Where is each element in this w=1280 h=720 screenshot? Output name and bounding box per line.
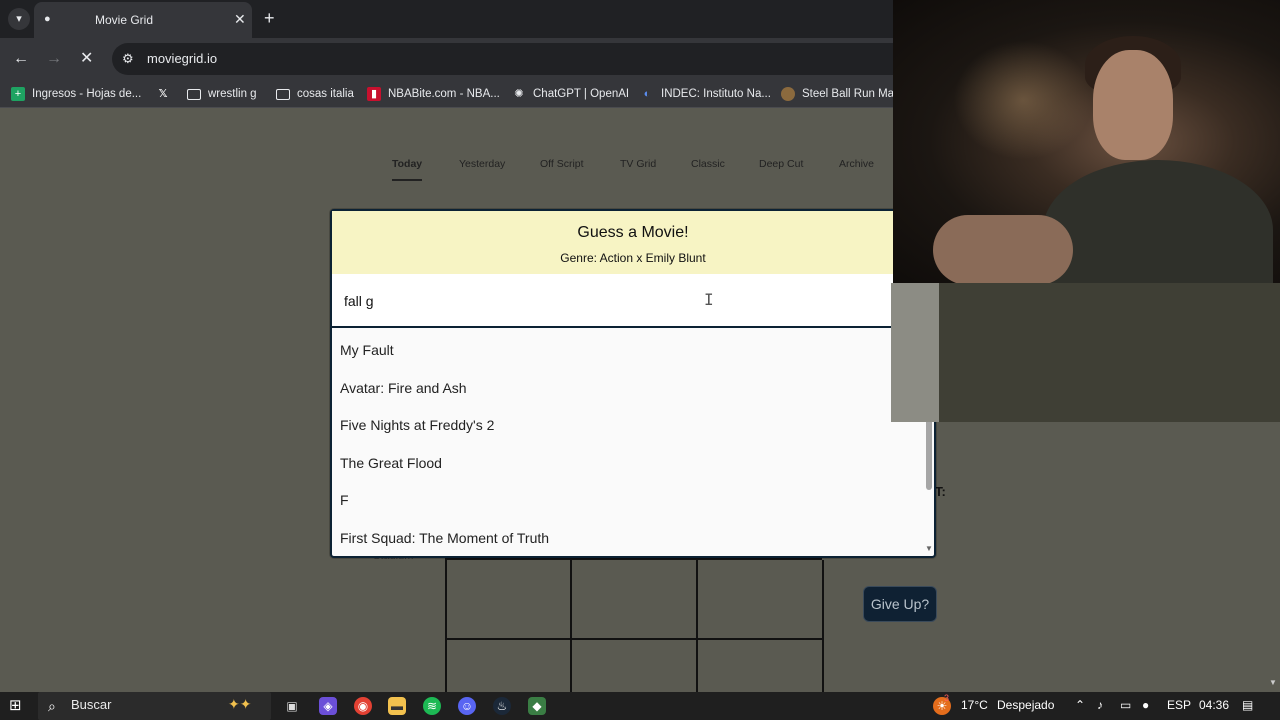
discord-icon[interactable]: ☺ xyxy=(458,697,476,715)
grid-cell[interactable] xyxy=(572,560,698,640)
manga-site-icon xyxy=(781,87,795,101)
bookmark-steel-ball-run[interactable]: Steel Ball Run Man xyxy=(781,86,900,102)
stop-loading-icon[interactable]: ✕ xyxy=(80,49,93,69)
tab-search-chevron-icon[interactable]: ▾ xyxy=(8,8,30,30)
forward-arrow-icon[interactable]: → xyxy=(46,49,62,69)
temperature-text[interactable]: 17°C xyxy=(961,698,988,712)
spotify-icon[interactable]: ≋ xyxy=(423,697,441,715)
guesses-label: T: xyxy=(935,484,946,499)
grid-cell[interactable] xyxy=(447,640,572,692)
tab-title: Movie Grid xyxy=(95,13,154,27)
grid-cell[interactable] xyxy=(447,560,572,640)
bookmark-folder-wrestling[interactable]: wrestlin g xyxy=(187,86,257,102)
bookmark-label: Steel Ball Run Man xyxy=(802,88,901,100)
nba-logo-icon: ▮ xyxy=(367,87,381,101)
result-item[interactable]: First Squad: The Moment of Truth xyxy=(340,530,549,546)
copilot-icon[interactable]: ◈ xyxy=(319,697,337,715)
bookmark-chatgpt[interactable]: ✺ ChatGPT | OpenAI xyxy=(512,86,629,102)
text-cursor-icon: I xyxy=(704,290,714,309)
tab-off-script[interactable]: Off Script xyxy=(540,158,584,170)
tab-tv-grid[interactable]: TV Grid xyxy=(620,158,656,170)
active-tab-indicator xyxy=(392,179,422,181)
result-item[interactable]: F xyxy=(340,492,349,508)
site-settings-icon[interactable]: ⚙ xyxy=(122,51,134,67)
result-item[interactable]: Avatar: Fire and Ash xyxy=(340,380,467,396)
bookmark-label: cosas italia xyxy=(297,88,354,100)
openai-logo-icon: ✺ xyxy=(514,88,524,100)
taskbar-search-box[interactable]: ⌕ Buscar ✦✦ xyxy=(38,692,271,720)
new-tab-plus-icon[interactable]: + xyxy=(264,8,275,28)
modal-title: Guess a Movie! xyxy=(577,224,689,241)
copilot-sparkle-icon: ✦✦ xyxy=(228,696,252,712)
microphone-icon[interactable]: ● xyxy=(1142,698,1149,712)
search-results-list: My Fault Avatar: Fire and Ash Five Night… xyxy=(332,330,922,558)
tab-close-icon[interactable]: ✕ xyxy=(234,11,246,27)
tab-archive[interactable]: Archive xyxy=(839,158,874,170)
movie-search-box: I xyxy=(332,274,922,328)
bookmark-label: ChatGPT | OpenAI xyxy=(533,88,630,100)
bookmark-folder-italia[interactable]: cosas italia xyxy=(276,86,354,102)
bookmark-label: INDEC: Instituto Na... xyxy=(661,88,771,100)
speaker-icon[interactable]: ♪ xyxy=(1097,698,1103,712)
bookmark-label: wrestlin g xyxy=(208,88,257,100)
webcam-light xyxy=(953,40,1093,160)
give-up-button[interactable]: Give Up? xyxy=(863,586,937,622)
result-item[interactable]: My Fault xyxy=(340,342,394,358)
weather-badge: 3 xyxy=(944,693,950,703)
overlay-gray-block xyxy=(891,283,939,422)
movie-search-input[interactable] xyxy=(344,291,904,311)
modal-subtitle: Genre: Action x Emily Blunt xyxy=(560,251,706,265)
bookmark-label: NBABite.com - NBA... xyxy=(388,88,500,100)
clock-time[interactable]: 04:36 xyxy=(1199,698,1229,712)
scroll-down-arrow-icon[interactable]: ▼ xyxy=(925,544,933,554)
grid-cell[interactable] xyxy=(572,640,698,692)
grid-cell[interactable] xyxy=(698,560,824,640)
url-text: moviegrid.io xyxy=(147,51,218,66)
notifications-icon[interactable]: ▤ xyxy=(1242,698,1253,712)
movie-grid xyxy=(445,558,824,692)
bookmark-nbabite[interactable]: ▮ NBABite.com - NBA... xyxy=(367,86,500,102)
webcam-overlay xyxy=(893,0,1280,283)
indec-logo-icon: ◐ xyxy=(643,88,651,100)
taskbar-search-placeholder: Buscar xyxy=(71,697,112,712)
tab-deep-cut[interactable]: Deep Cut xyxy=(759,158,803,170)
weather-text[interactable]: Despejado xyxy=(997,698,1054,712)
language-indicator[interactable]: ESP xyxy=(1167,698,1191,712)
x-logo-icon: 𝕏 xyxy=(158,88,168,100)
google-sheets-icon: + xyxy=(11,87,25,101)
search-icon: ⌕ xyxy=(48,698,56,714)
bookmark-x[interactable]: 𝕏 xyxy=(156,86,177,102)
guess-movie-modal: Guess a Movie! Genre: Action x Emily Blu… xyxy=(330,209,936,558)
windows-start-icon[interactable]: ⊞ xyxy=(9,696,25,716)
bookmark-indec[interactable]: ◐ INDEC: Instituto Na... xyxy=(640,86,771,102)
network-icon[interactable]: ▭ xyxy=(1120,698,1131,712)
back-arrow-icon[interactable]: ← xyxy=(13,49,29,69)
grid-cell[interactable] xyxy=(698,640,824,692)
game-launcher-icon[interactable]: ◆ xyxy=(528,697,546,715)
bookmark-label: Ingresos - Hojas de... xyxy=(32,88,142,100)
overlay-panel xyxy=(893,283,1280,422)
result-item[interactable]: Five Nights at Freddy's 2 xyxy=(340,417,494,433)
task-view-icon[interactable]: ▣ xyxy=(283,697,301,715)
tab-yesterday[interactable]: Yesterday xyxy=(459,158,505,170)
webcam-person-arm xyxy=(933,215,1073,283)
folder-icon xyxy=(276,88,290,100)
file-explorer-icon[interactable]: ▬ xyxy=(388,697,406,715)
bookmark-sheets[interactable]: + Ingresos - Hojas de... xyxy=(11,86,141,102)
windows-taskbar: ⊞ ⌕ Buscar ✦✦ ▣ ◈ ◉ ▬ ≋ ☺ ♨ ◆ ☀ 3 17°C D… xyxy=(0,692,1280,720)
tab-classic[interactable]: Classic xyxy=(691,158,725,170)
steam-icon[interactable]: ♨ xyxy=(493,697,511,715)
tray-chevron-icon[interactable]: ⌃ xyxy=(1075,698,1085,712)
folder-icon xyxy=(187,88,201,100)
chrome-icon[interactable]: ◉ xyxy=(354,697,372,715)
loading-favicon-icon: ● xyxy=(44,13,51,25)
tab-today[interactable]: Today xyxy=(392,158,422,170)
browser-tab[interactable]: ● Movie Grid ✕ xyxy=(34,2,252,38)
webcam-person-body xyxy=(1043,160,1273,283)
scroll-down-arrow-icon[interactable]: ▼ xyxy=(1269,678,1277,687)
modal-header: Guess a Movie! Genre: Action x Emily Blu… xyxy=(332,211,934,274)
webcam-person-face xyxy=(1093,50,1173,160)
result-item[interactable]: The Great Flood xyxy=(340,455,442,471)
